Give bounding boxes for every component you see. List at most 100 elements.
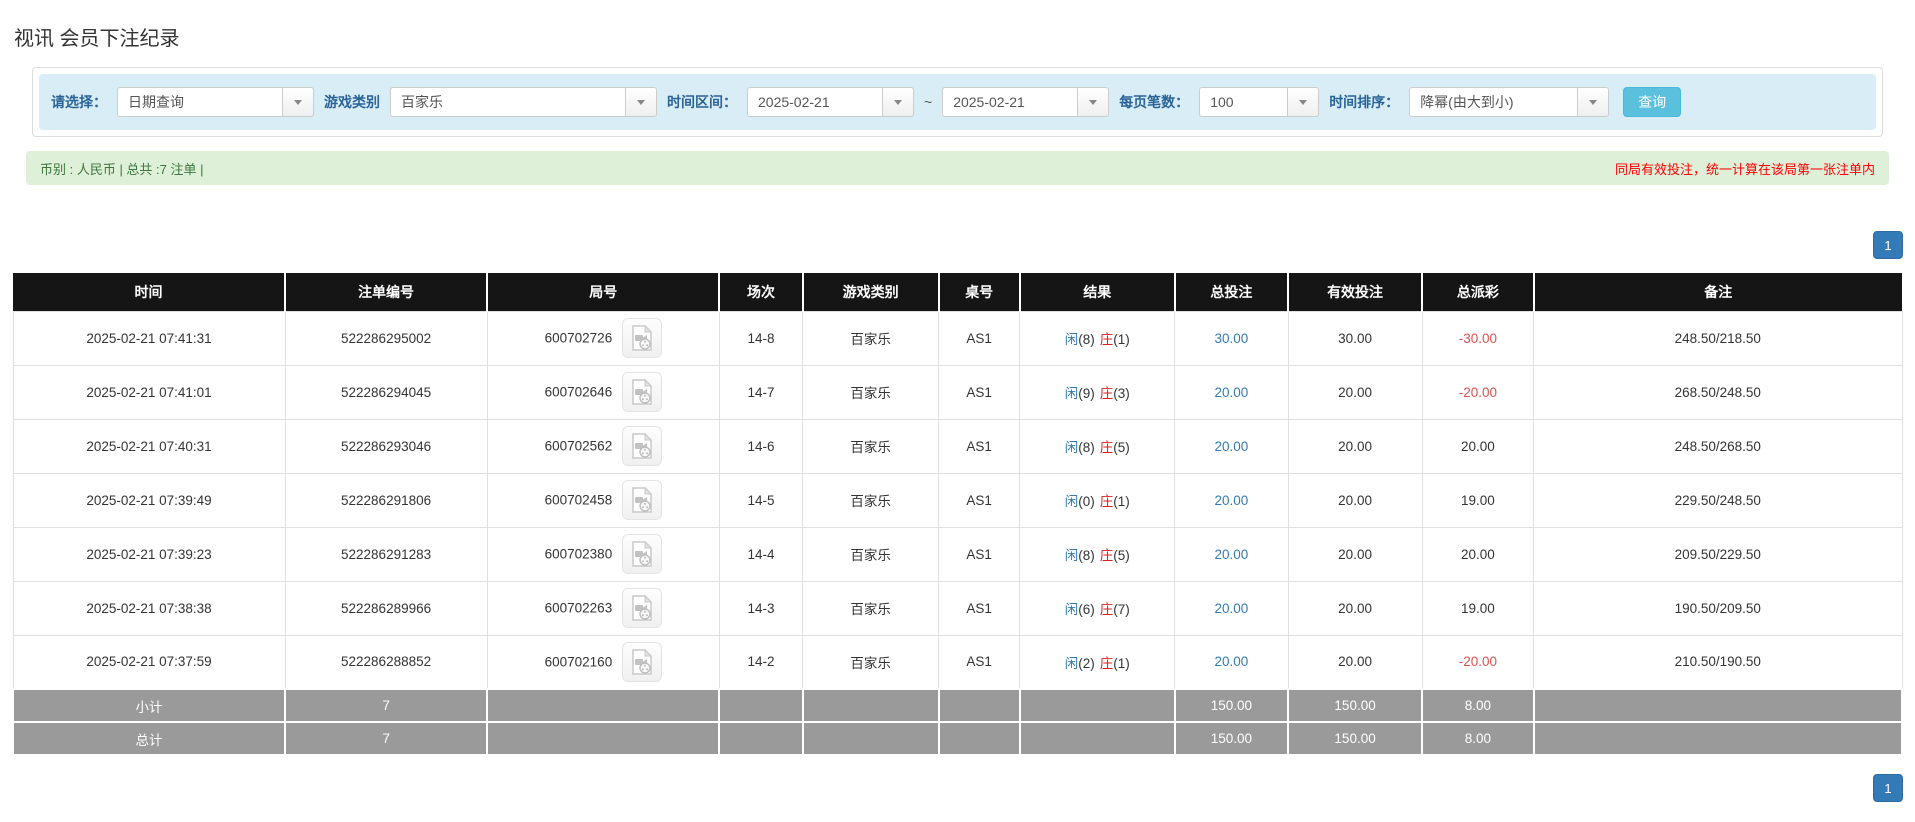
total-bet-cell: 20.00	[1174, 418, 1289, 474]
valid-bet: 30.00	[1287, 310, 1423, 366]
date-from-dropdown-button[interactable]	[882, 87, 914, 117]
summary-valid-bet: 150.00	[1287, 688, 1424, 723]
total-bet-link[interactable]: 30.00	[1214, 331, 1248, 346]
pagination-page-1-button[interactable]: 1	[1873, 231, 1903, 259]
summary-total-payout: 8.00	[1421, 721, 1535, 756]
query-type-input[interactable]	[117, 87, 282, 117]
table-header-row: 时间 注单编号 局号 场次 游戏类别 桌号 结果 总投注 有效投注 总派彩 备注	[13, 273, 1902, 311]
time-sort-combobox	[1409, 87, 1610, 117]
column-header: 局号	[486, 273, 720, 311]
summary-bar: 币别 : 人民币 | 总共 :7 注单 | 同局有效投注，统一计算在该局第一张注…	[26, 151, 1889, 185]
bet-id: 522286289966	[284, 580, 488, 636]
video-replay-button[interactable]	[621, 372, 662, 412]
result-player-label: 闲	[1064, 440, 1079, 455]
result-banker-score: (7)	[1113, 602, 1130, 617]
video-replay-button[interactable]	[621, 426, 662, 466]
video-replay-button[interactable]	[621, 641, 662, 682]
table-number: AS1	[938, 634, 1021, 690]
summary-currency-count: 币别 : 人民币 | 总共 :7 注单 |	[40, 161, 204, 177]
column-header: 游戏类别	[801, 273, 939, 311]
summary-row: 小计 7 150.00 150.00 8.00	[11, 688, 1904, 723]
result-banker-score: (1)	[1113, 332, 1130, 347]
date-to-dropdown-button[interactable]	[1077, 87, 1110, 117]
round-id: 600702263	[544, 600, 613, 616]
table-footer: 小计 7 150.00 150.00 8.00 总计 7 150.00 150.…	[11, 688, 1904, 756]
remark: 229.50/248.50	[1533, 472, 1903, 528]
summary-row-label: 总计	[11, 721, 287, 756]
game-type-dropdown-button[interactable]	[625, 87, 657, 117]
page-size-dropdown-button[interactable]	[1287, 87, 1320, 117]
date-to-input[interactable]	[942, 87, 1078, 117]
round-id: 600702562	[544, 438, 613, 454]
bet-records-table: 时间 注单编号 局号 场次 游戏类别 桌号 结果 总投注 有效投注 总派彩 备注 2025-02-2…	[11, 273, 1904, 756]
valid-bet: 20.00	[1287, 634, 1423, 690]
time-sort-dropdown-button[interactable]	[1577, 87, 1610, 117]
total-bet-link[interactable]: 20.00	[1214, 493, 1248, 508]
summary-row-label: 小计	[11, 688, 287, 723]
total-bet-cell: 30.00	[1174, 310, 1289, 366]
video-replay-button[interactable]	[621, 318, 662, 358]
date-from-input[interactable]	[747, 87, 882, 117]
result-cell: 闲(2) 庄(1)	[1019, 634, 1176, 690]
round-cell: 600702562	[486, 418, 720, 474]
game-type: 百家乐	[802, 418, 940, 474]
summary-total-bet: 150.00	[1173, 721, 1290, 756]
date-range-label: 时间区间：	[667, 94, 737, 110]
page-size-input[interactable]	[1199, 87, 1288, 117]
video-replay-button[interactable]	[621, 534, 662, 574]
page-size-combobox	[1199, 87, 1320, 117]
page-size-label: 每页笔数：	[1119, 94, 1190, 110]
total-bet-link[interactable]: 20.00	[1214, 385, 1248, 400]
video-replay-button[interactable]	[621, 480, 662, 520]
game-type-input[interactable]	[390, 87, 625, 117]
table-number: AS1	[938, 472, 1021, 528]
search-button[interactable]: 查询	[1623, 87, 1682, 117]
table-row: 2025-02-21 07:38:38 522286289966 6007022…	[12, 580, 1903, 636]
video-file-icon	[632, 541, 653, 567]
bet-id: 522286291283	[284, 526, 488, 582]
total-bet-link[interactable]: 20.00	[1214, 439, 1248, 454]
total-bet-cell: 20.00	[1174, 526, 1289, 582]
total-bet-link[interactable]: 20.00	[1214, 547, 1248, 562]
result-banker-label: 庄	[1099, 494, 1114, 509]
bet-time: 2025-02-21 07:41:31	[12, 310, 286, 366]
result-banker-label: 庄	[1099, 386, 1114, 401]
game-type: 百家乐	[802, 526, 940, 582]
total-payout: 19.00	[1421, 472, 1535, 528]
remark: 190.50/209.50	[1533, 580, 1903, 636]
summary-total-bet: 150.00	[1173, 688, 1290, 723]
result-player-label: 闲	[1064, 602, 1079, 617]
valid-bet: 20.00	[1287, 472, 1423, 528]
date-range-separator: ~	[924, 94, 933, 110]
session-number: 14-5	[718, 472, 804, 528]
round-id: 600702160	[544, 654, 613, 670]
table-row: 2025-02-21 07:41:31 522286295002 6007027…	[12, 310, 1903, 366]
pagination-top: 1	[12, 231, 1903, 259]
round-cell: 600702263	[486, 580, 720, 636]
query-type-label: 请选择：	[51, 94, 107, 110]
game-type-label: 游戏类别	[324, 94, 380, 110]
game-type: 百家乐	[802, 310, 940, 366]
query-type-dropdown-button[interactable]	[282, 87, 314, 117]
result-banker-label: 庄	[1099, 655, 1114, 671]
video-replay-button[interactable]	[621, 588, 662, 628]
table-row: 2025-02-21 07:41:01 522286294045 6007026…	[12, 364, 1903, 420]
session-number: 14-2	[718, 634, 804, 690]
remark: 268.50/248.50	[1533, 364, 1903, 420]
total-bet-link[interactable]: 20.00	[1214, 654, 1248, 669]
video-file-icon	[632, 648, 653, 675]
time-sort-input[interactable]	[1409, 87, 1578, 117]
game-type: 百家乐	[802, 634, 940, 690]
total-bet-cell: 20.00	[1174, 634, 1289, 690]
chevron-down-icon	[637, 99, 645, 105]
remark: 248.50/268.50	[1533, 418, 1903, 474]
result-banker-label: 庄	[1099, 548, 1114, 563]
table-number: AS1	[938, 526, 1021, 582]
total-bet-link[interactable]: 20.00	[1214, 601, 1248, 616]
session-number: 14-7	[718, 364, 804, 420]
query-type-combobox	[117, 87, 314, 117]
result-banker-score: (5)	[1113, 440, 1130, 455]
result-banker-label: 庄	[1099, 602, 1114, 617]
round-id: 600702726	[544, 330, 613, 346]
pagination-page-1-button[interactable]: 1	[1873, 774, 1903, 802]
